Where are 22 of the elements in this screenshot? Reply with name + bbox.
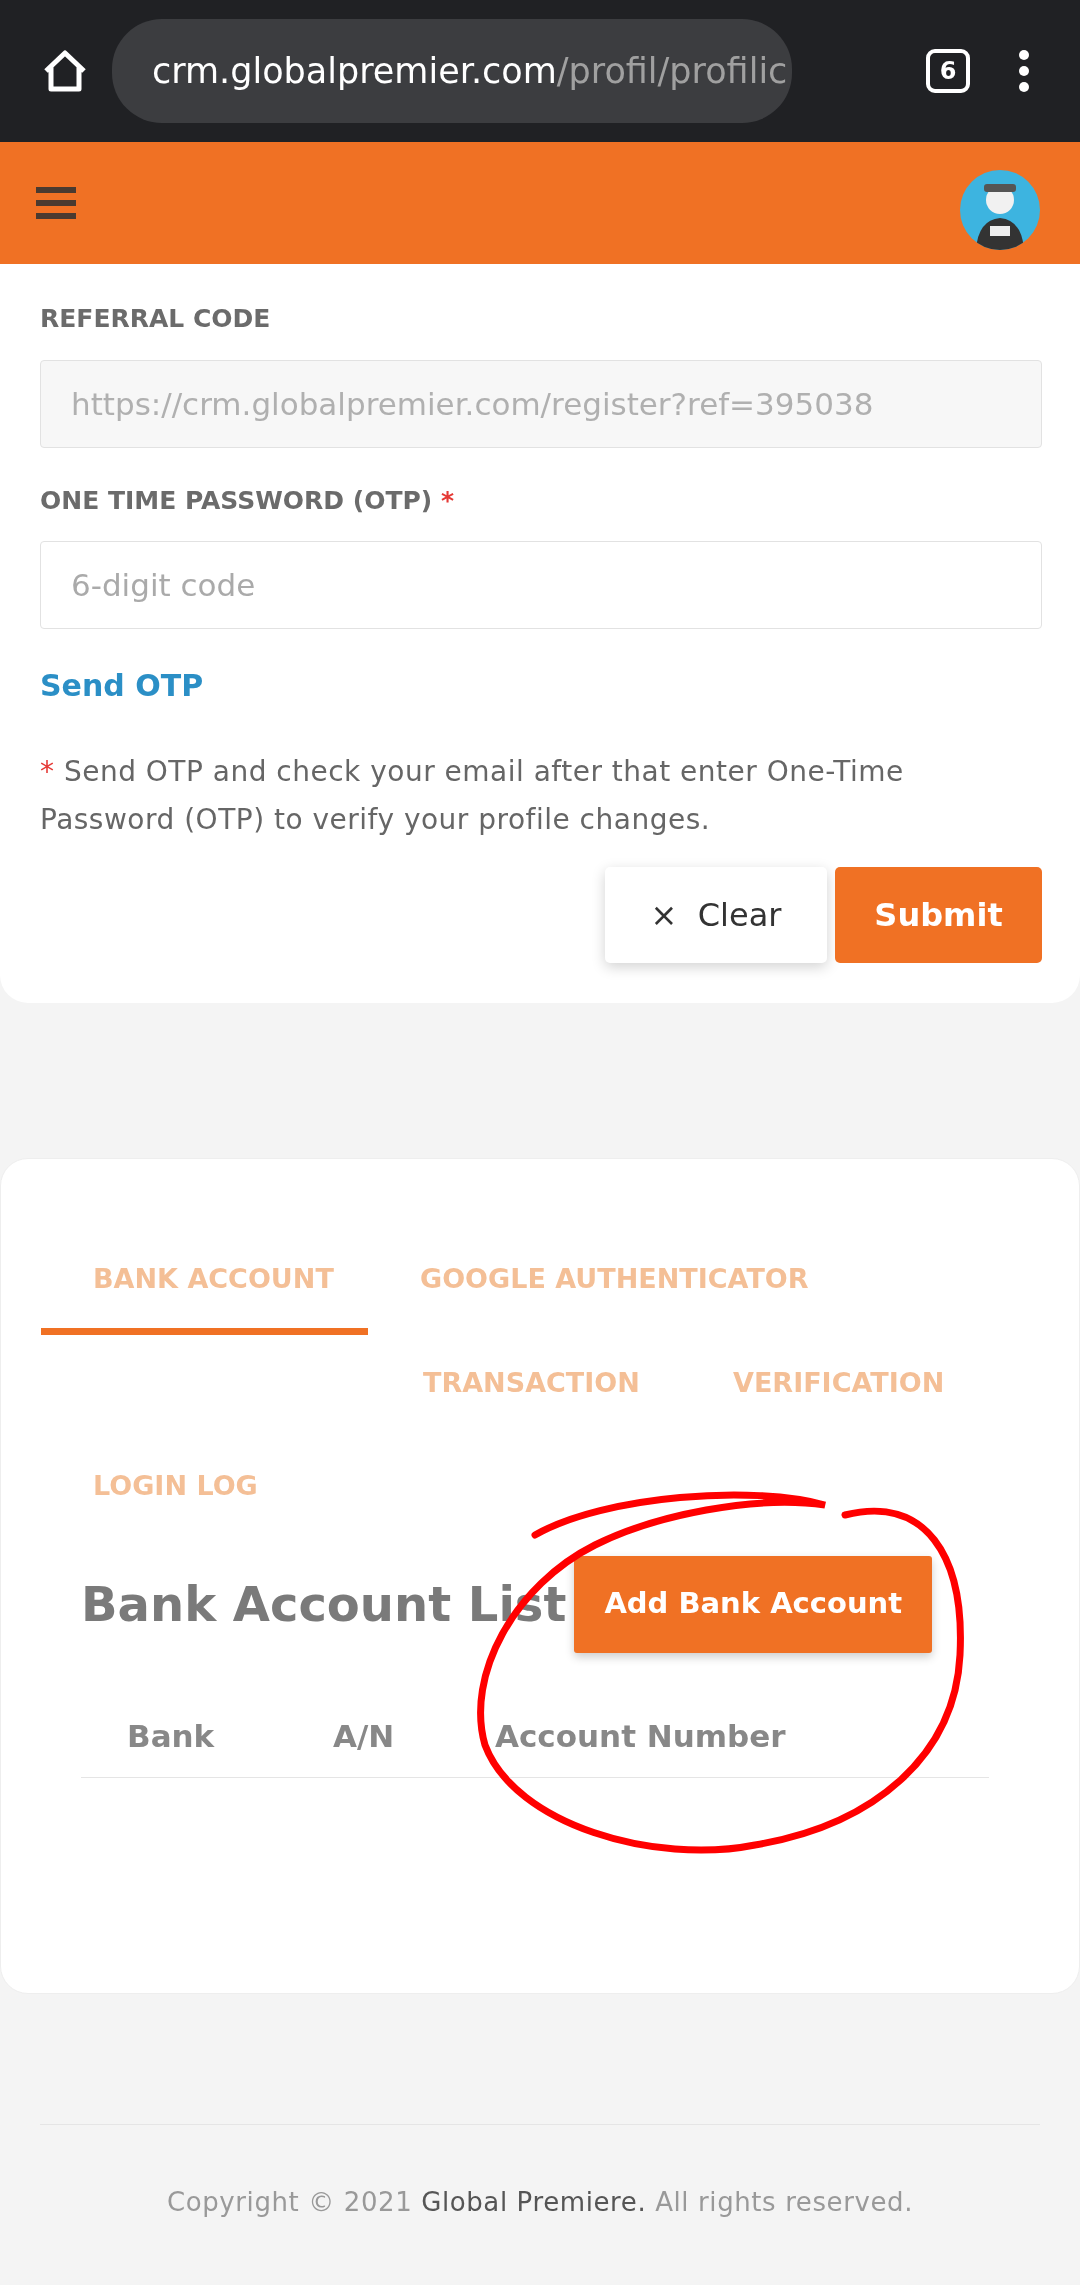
send-otp-link[interactable]: Send OTP	[40, 668, 204, 703]
tab[interactable]: VERIFICATION	[681, 1362, 969, 1439]
more-icon[interactable]	[1018, 49, 1030, 93]
column-header: Account Number	[495, 1716, 786, 1756]
tab[interactable]: LOGIN LOG	[41, 1466, 282, 1542]
address-bar[interactable]: crm.globalpremier.com/profil/profilic	[112, 19, 792, 123]
copyright-text: Copyright © 2021 Global Premiere. All rights reserved.	[165, 2186, 915, 2220]
submit-button[interactable]: Submit	[835, 867, 1042, 964]
tab[interactable]: TRANSACTION	[371, 1362, 681, 1439]
field-label: ONE TIME PASSWORD (OTP) *	[40, 484, 456, 517]
column-header: Bank	[127, 1716, 216, 1756]
column-header: A/N	[333, 1716, 396, 1756]
input-field[interactable]: 6-digit code	[40, 541, 1042, 629]
note-text: * Send OTP and check your email after that enter One-Time Password (OTP) to verify your profile changes.	[40, 754, 905, 838]
menu-icon[interactable]	[36, 187, 76, 219]
field-label: REFERRAL CODE	[40, 303, 272, 335]
home-icon[interactable]	[42, 49, 88, 93]
tab[interactable]: GOOGLE AUTHENTICATOR	[368, 1259, 833, 1335]
tab[interactable]: BANK ACCOUNT	[41, 1259, 368, 1335]
add-bank-account-button[interactable]: Add Bank Account	[574, 1555, 933, 1653]
tab-count[interactable]: 6	[926, 49, 970, 93]
clear-button[interactable]: × Clear	[605, 867, 827, 964]
